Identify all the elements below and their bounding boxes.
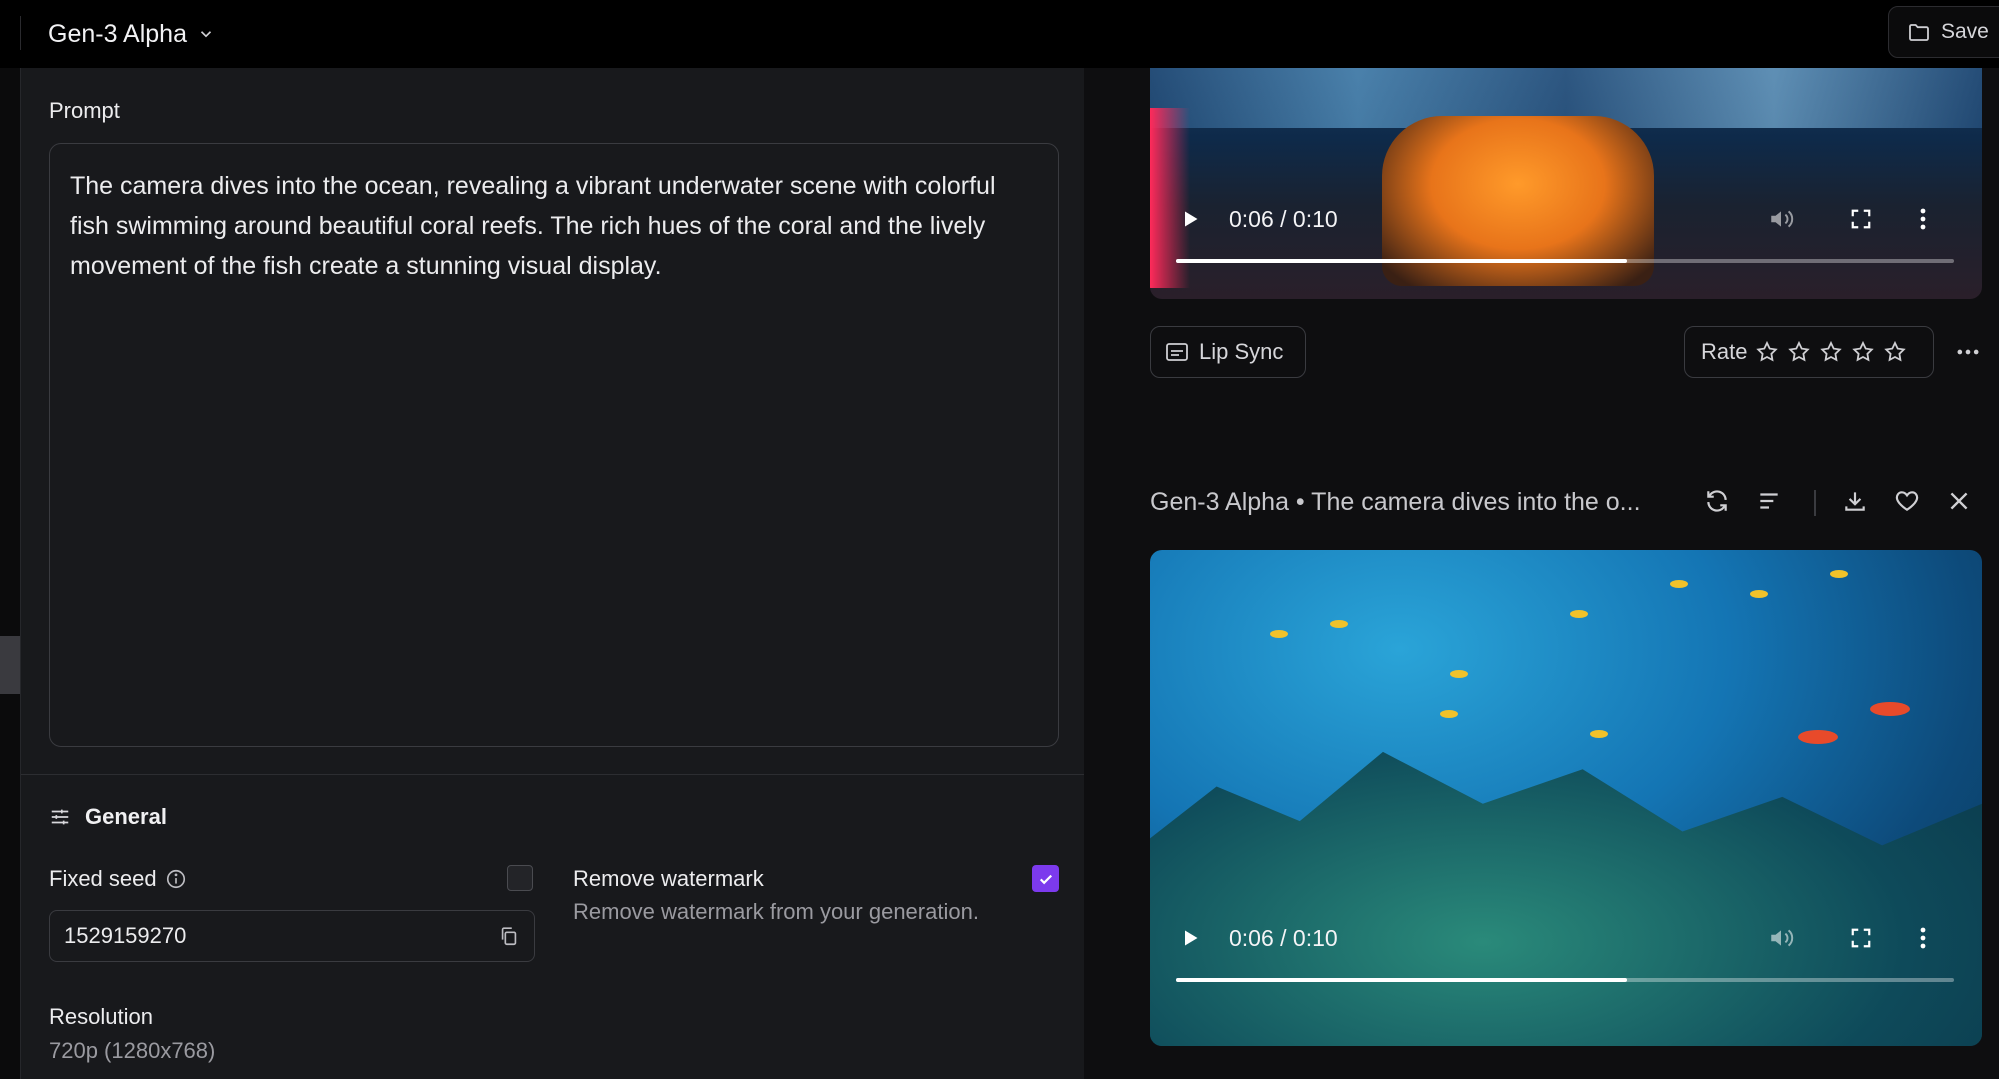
lip-sync-button[interactable]: Lip Sync [1150,326,1306,378]
chevron-down-icon [200,31,212,38]
play-icon[interactable] [1180,928,1200,948]
play-icon[interactable] [1180,209,1200,229]
video-scene-fish [1830,570,1848,578]
video-scene-fish [1870,702,1910,716]
video-controls: 0:06 / 0:10 [1150,189,1982,249]
general-section-header[interactable]: General [49,804,167,830]
download-icon[interactable] [1842,488,1868,514]
rail-scroll-thumb[interactable] [0,636,20,694]
more-vertical-icon[interactable] [1918,926,1928,950]
fullscreen-icon[interactable] [1850,208,1872,230]
more-horizontal-icon[interactable] [1954,338,1982,366]
video-progress-fill [1176,259,1628,263]
video-scene-fish [1590,730,1608,738]
video-progress-bar[interactable] [1176,978,1954,982]
fixed-seed-text: Fixed seed [49,866,157,891]
seed-input[interactable]: 1529159270 [49,910,535,962]
fixed-seed-checkbox[interactable] [507,865,533,891]
folder-icon [1909,24,1929,41]
model-selector[interactable]: Gen-3 Alpha [48,14,215,54]
generation-title: Gen-3 Alpha • The camera dives into the … [1150,488,1641,516]
video-scene-fish [1450,670,1468,678]
check-icon [1039,874,1052,884]
settings-panel: Prompt The camera dives into the ocean, … [20,68,1085,1079]
star-icon[interactable] [1787,340,1811,364]
video-controls: 0:06 / 0:10 [1150,908,1982,968]
video-scene-fish [1750,590,1768,598]
rate-control: Rate [1684,326,1934,378]
star-icon[interactable] [1755,340,1779,364]
info-icon[interactable] [165,868,187,890]
rate-label: Rate [1701,339,1748,364]
video-scene-reef [1150,751,1982,1046]
video-player-ocean[interactable]: 0:06 / 0:10 [1150,550,1982,1046]
resolution-value[interactable]: 720p (1280x768) [49,1038,215,1064]
video-scene-fish [1670,580,1688,588]
volume-icon[interactable] [1768,206,1794,232]
star-icon[interactable] [1851,340,1875,364]
more-vertical-icon[interactable] [1918,207,1928,231]
remove-watermark-checkbox[interactable] [1032,865,1059,892]
video-time: 0:06 / 0:10 [1229,205,1338,232]
video-scene-fish [1570,610,1588,618]
video-progress-bar[interactable] [1176,259,1954,263]
video-scene-fish [1440,710,1458,718]
sliders-icon [51,809,69,825]
align-left-icon[interactable] [1756,488,1782,514]
top-divider [20,16,21,50]
lip-sync-label: Lip Sync [1199,339,1284,364]
star-icon[interactable] [1819,340,1843,364]
video-time: 0:06 / 0:10 [1229,924,1338,951]
close-icon[interactable] [1946,488,1972,514]
heart-icon[interactable] [1894,488,1920,514]
star-icon[interactable] [1883,340,1907,364]
lip-sync-icon [1166,343,1188,361]
section-divider [21,774,1085,775]
left-rail [0,68,20,1079]
resolution-label: Resolution [49,1004,153,1029]
top-bar: Gen-3 Alpha Save [0,0,1999,68]
seed-value: 1529159270 [64,923,187,948]
copy-icon[interactable] [498,925,520,947]
fixed-seed-label: Fixed seed [49,866,187,892]
video-player-car[interactable]: 0:06 / 0:10 [1150,68,1982,299]
prompt-textarea[interactable]: The camera dives into the ocean, reveali… [49,143,1059,747]
model-label: Gen-3 Alpha [48,19,187,48]
video-scene-fish [1330,620,1348,628]
general-title: General [85,804,167,829]
video-progress-fill [1176,978,1628,982]
save-button[interactable]: Save [1888,6,1999,58]
generations-feed: 0:06 / 0:10 Lip Sync Rate Gen-3 Alpha • … [1084,68,1999,1079]
actions-separator [1814,490,1816,516]
prompt-label: Prompt [49,98,120,123]
refresh-icon[interactable] [1704,488,1730,514]
fullscreen-icon[interactable] [1850,927,1872,949]
volume-icon[interactable] [1768,925,1794,951]
save-label: Save [1941,20,1989,43]
video-scene-fish [1270,630,1288,638]
remove-watermark-label: Remove watermark [573,866,764,891]
remove-watermark-description: Remove watermark from your generation. [573,899,979,924]
video-scene-fish [1798,730,1838,744]
